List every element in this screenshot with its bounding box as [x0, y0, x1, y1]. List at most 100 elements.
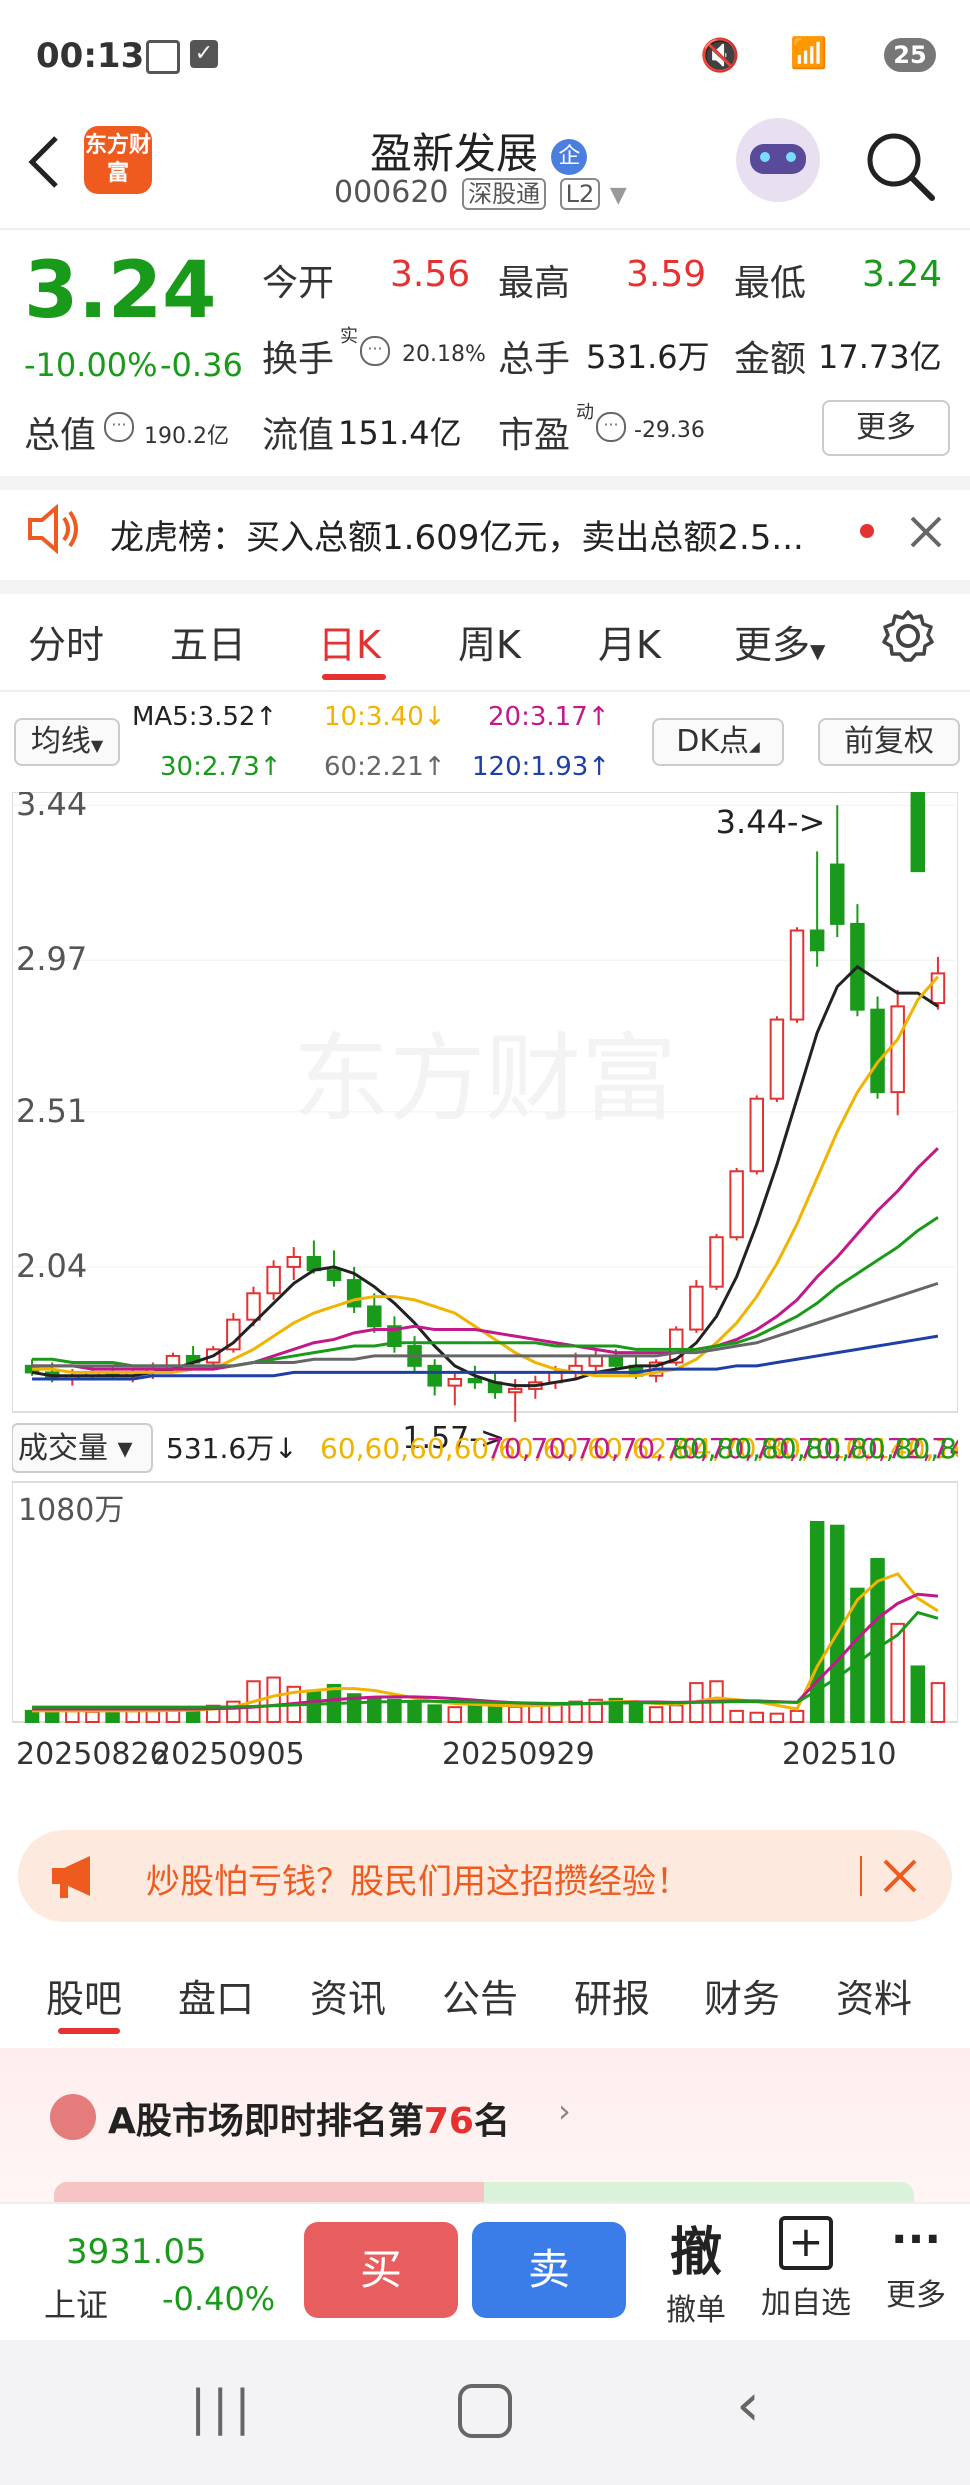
sell-button[interactable]: 卖: [472, 2222, 626, 2318]
quote-more-button[interactable]: 更多: [822, 400, 950, 456]
recents-icon[interactable]: |||: [190, 2380, 257, 2436]
close-icon[interactable]: [908, 514, 944, 550]
volume-label: 总手: [498, 339, 571, 380]
close-icon[interactable]: [880, 1856, 920, 1896]
volume-bar: [910, 1665, 926, 1724]
ma5-value: MA5:3.52↑: [132, 702, 278, 732]
candle: [769, 1018, 785, 1100]
tab-news[interactable]: 资讯: [310, 1968, 386, 2023]
gear-icon[interactable]: [880, 608, 936, 664]
turnover-label: 换手: [262, 339, 335, 380]
volume-bar: [427, 1704, 442, 1723]
x-tick-label: 20250826: [16, 1737, 169, 1772]
stock-code-row[interactable]: 000620 深股通 L2 ▼: [334, 174, 627, 210]
divider: [0, 580, 970, 594]
battery-icon: 25: [884, 38, 936, 72]
ad-banner[interactable]: 炒股怕亏钱？股民们用这招攒经验！: [18, 1830, 952, 1922]
ma10-value: 10:3.40↓: [324, 702, 446, 732]
volume-bar: [628, 1702, 644, 1724]
exchange-tag: 深股通: [462, 178, 547, 210]
info-icon[interactable]: ···: [360, 336, 390, 366]
kline-chart[interactable]: 东方财富3.442.972.512.043.44->1.57->成交量 ▾ 531…: [12, 792, 958, 1812]
tab-intraday[interactable]: 分时: [28, 614, 104, 669]
robot-avatar-icon[interactable]: [736, 118, 820, 202]
volume-max-label: 1080万: [18, 1493, 124, 1528]
mktcap-label: 总值: [24, 415, 97, 456]
mute-icon: 🔇: [700, 36, 740, 74]
megaphone-icon: [52, 1856, 90, 1898]
y-tick-label: 3.44: [16, 792, 87, 823]
home-icon[interactable]: [458, 2384, 512, 2438]
add-watchlist-button[interactable]: + 加自选: [756, 2210, 856, 2330]
index-change: -0.40%: [162, 2280, 276, 2318]
volume-bar: [407, 1702, 422, 1724]
ranking-icon: [50, 2094, 96, 2140]
candle: [830, 863, 845, 925]
more-button[interactable]: ··· 更多: [876, 2210, 956, 2330]
system-nav-bar: ||| ‹: [0, 2340, 970, 2485]
ranking-card[interactable]: A股市场即时排名第76名 ›: [0, 2048, 970, 2208]
check-icon: ✓: [190, 40, 218, 68]
active-tab-underline: [58, 2028, 120, 2034]
y-tick-label: 2.04: [16, 1247, 87, 1285]
low-label: 最低: [734, 263, 807, 304]
x-tick-label: 20250929: [442, 1737, 595, 1772]
tab-weekly-k[interactable]: 周K: [458, 614, 521, 669]
tab-monthly-k[interactable]: 月K: [598, 614, 661, 669]
candle: [749, 1097, 765, 1173]
tab-announcements[interactable]: 公告: [442, 1968, 518, 2023]
notice-text[interactable]: 龙虎榜：买入总额1.609亿元，卖出总额2.5...: [110, 510, 850, 559]
candle: [709, 1236, 724, 1288]
dk-point-button[interactable]: DK点◢: [652, 718, 784, 766]
y-tick-label: 2.51: [16, 1092, 87, 1130]
volume-bar: [749, 1711, 765, 1723]
notice-dot: [860, 524, 874, 538]
candle: [427, 1364, 442, 1387]
tab-forum[interactable]: 股吧: [46, 1968, 122, 2023]
pe-sup: 动: [576, 402, 594, 423]
high-label: 最高: [498, 263, 571, 304]
level-tag: L2: [559, 178, 601, 210]
candle: [447, 1378, 463, 1387]
dropdown-icon: ▼: [609, 183, 627, 208]
status-time: 00:13: [36, 36, 145, 76]
tab-five-day[interactable]: 五日: [170, 614, 246, 669]
brand-logo[interactable]: 东方财富: [84, 126, 152, 194]
tab-research[interactable]: 研报: [574, 1968, 650, 2023]
back-nav-icon[interactable]: ‹: [736, 2370, 760, 2440]
volume-bar: [648, 1706, 664, 1723]
volume-bar: [930, 1682, 946, 1723]
screenshot-icon: [146, 40, 180, 74]
ma-selector[interactable]: 均线▼: [14, 718, 120, 766]
plus-box-icon: +: [779, 2216, 833, 2270]
ma30-value: 30:2.73↑: [160, 752, 282, 782]
tab-order-book[interactable]: 盘口: [178, 1968, 254, 2023]
tab-financials[interactable]: 财务: [704, 1968, 780, 2023]
tab-more[interactable]: 更多▼: [734, 614, 825, 669]
ranking-suffix: 名: [473, 2101, 510, 2142]
adjust-button[interactable]: 前复权: [818, 718, 960, 766]
ad-text: 炒股怕亏钱？股民们用这招攒经验！: [146, 1862, 690, 1902]
stock-code: 000620: [334, 175, 449, 210]
buy-button[interactable]: 买: [304, 2222, 458, 2318]
volume-bar: [85, 1710, 100, 1724]
caret-down-icon: ▼: [810, 639, 826, 663]
volume-bar: [789, 1709, 805, 1724]
tab-profile[interactable]: 资料: [836, 1968, 912, 2023]
amount-value: 17.73亿: [818, 338, 942, 376]
info-icon[interactable]: ···: [596, 412, 626, 442]
volume-label: 成交量 ▾: [18, 1431, 133, 1466]
info-icon[interactable]: ···: [104, 412, 134, 442]
volume-bar: [447, 1706, 463, 1723]
volume-bar: [729, 1709, 744, 1724]
candle: [809, 929, 825, 952]
candle: [467, 1378, 483, 1384]
back-icon[interactable]: [24, 132, 64, 192]
current-price: 3.24: [24, 246, 217, 336]
search-icon[interactable]: [862, 128, 938, 204]
cancel-order-button[interactable]: 撤 撤单: [656, 2210, 736, 2330]
volume-value: 531.6万: [586, 338, 710, 376]
stock-name: 盈新发展 企: [370, 120, 588, 181]
y-tick-label: 2.97: [16, 940, 87, 978]
tab-daily-k[interactable]: 日K: [318, 614, 381, 669]
